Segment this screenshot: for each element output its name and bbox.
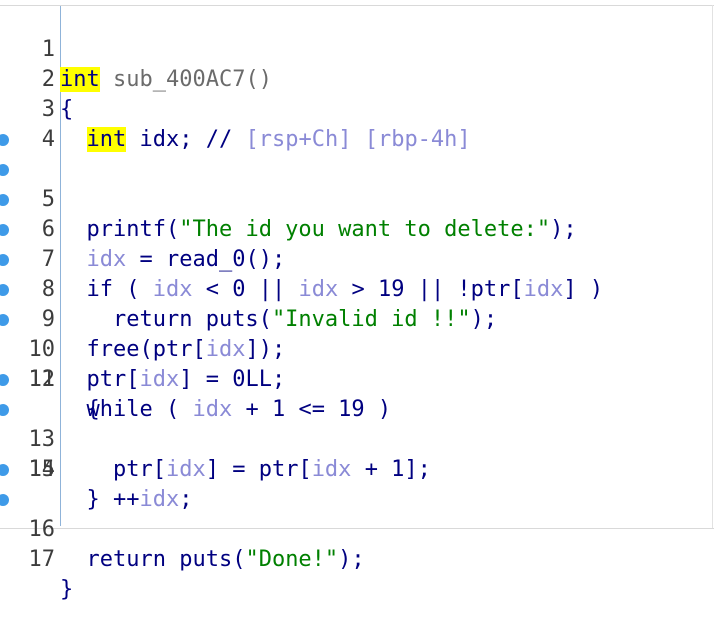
code-line-13[interactable]: 13 ptr[idx] = ptr[idx + 1]; [0, 365, 712, 482]
brace: } [60, 577, 74, 602]
bottom-divider [0, 528, 714, 529]
code-line-8[interactable]: 8 return puts("Invalid id !!"); [0, 215, 712, 332]
code-line-5[interactable]: 5 printf("The id you want to delete:"); [0, 125, 712, 242]
code-line-16[interactable]: 16 return puts("Done!"); [0, 455, 712, 572]
code-line-3[interactable]: 3 int idx; // [rsp+Ch] [rbp-4h] [0, 65, 712, 152]
line-number: 17 [28, 547, 56, 572]
code-line-15[interactable]: 15 } [0, 425, 712, 512]
punct: ); [338, 547, 365, 572]
return-call[interactable]: return puts( [87, 547, 246, 572]
breakpoint-dot-icon[interactable] [0, 494, 9, 506]
breakpoint-dot-icon[interactable] [0, 464, 9, 476]
code-line-17[interactable]: 17 } [0, 485, 712, 602]
code-line-1[interactable]: 1 int sub_400AC7() [0, 5, 712, 92]
breakpoint-dot-icon[interactable] [0, 254, 9, 266]
breakpoint-dot-icon[interactable] [0, 164, 9, 176]
breakpoint-dot-icon[interactable] [0, 374, 9, 386]
breakpoint-dot-icon[interactable] [0, 404, 9, 416]
code-line-6[interactable]: 6 idx = read_0(); [0, 155, 712, 272]
pseudocode-view: 1 int sub_400AC7() 2 { 3 int idx; // [rs… [0, 0, 714, 602]
breakpoint-dot-icon[interactable] [0, 314, 9, 326]
code-line-9[interactable]: 9 free(ptr[idx]); [0, 245, 712, 362]
code-line-14[interactable]: 14 ++idx; [0, 395, 712, 512]
string-literal: "Done!" [245, 547, 339, 572]
code-line-2[interactable]: 2 { [0, 35, 712, 122]
breakpoint-dot-icon[interactable] [0, 134, 9, 146]
breakpoint-dot-icon[interactable] [0, 194, 9, 206]
code-line-11[interactable]: 11 while ( idx + 1 <= 19 ) [0, 305, 712, 422]
right-divider [712, 5, 713, 528]
breakpoint-dot-icon[interactable] [0, 224, 9, 236]
breakpoint-dot-icon[interactable] [0, 284, 9, 296]
code-line-10[interactable]: 10 ptr[idx] = 0LL; [0, 275, 712, 392]
code-line-4[interactable]: 4 [0, 95, 712, 152]
code-line-7[interactable]: 7 if ( idx < 0 || idx > 19 || !ptr[idx] … [0, 185, 712, 302]
code-line-12[interactable]: 12 { [0, 335, 712, 422]
